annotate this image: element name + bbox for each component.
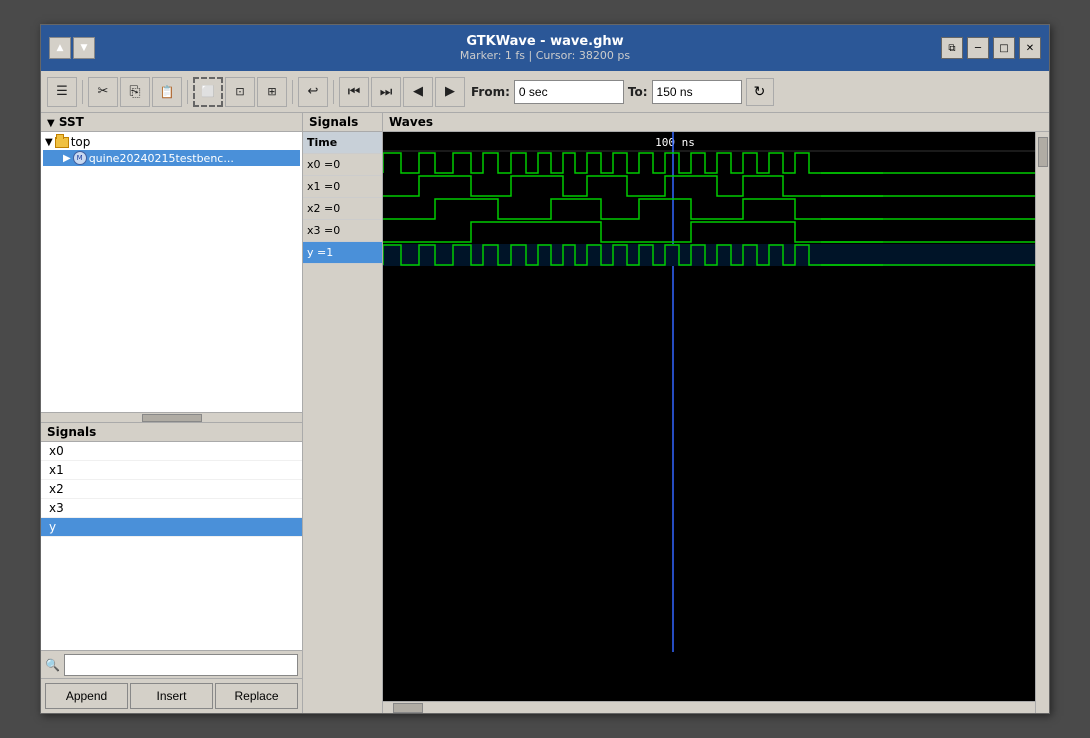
signals-section: Signals x0 x1 x2 x3 y 🔍 Append Insert Re… [41,423,302,713]
time-label-100ns: 100 ns [655,136,695,149]
window-title: GTKWave - wave.ghw [466,34,623,49]
next-btn[interactable]: ▶ [435,77,465,107]
signal-item-x1[interactable]: x1 [41,461,302,480]
titlebar: ▲ ▼ GTKWave - wave.ghw Marker: 1 fs | Cu… [41,25,1049,71]
minimize-btn[interactable]: ─ [967,37,989,59]
to-label: To: [628,85,648,99]
from-input[interactable] [514,80,624,104]
fast-fwd-btn[interactable]: ⏭ [371,77,401,107]
signal-item-y[interactable]: y [41,518,302,537]
signals-header: Signals [41,423,302,442]
time-range: From: To: ↻ [471,78,774,106]
waves-header: Signals Waves [303,113,1049,132]
left-panel: ▼ SST ▼ top ▶ M quine20240215testbenc... [41,113,303,713]
wave-row-x3: x3 =0 [303,220,382,242]
sst-scrollbar-thumb[interactable] [142,414,202,422]
first-btn[interactable]: ⏮ [339,77,369,107]
waveform-clean-svg: 100 ns [383,132,1035,701]
insert-btn[interactable]: Insert [130,683,213,709]
signal-item-x0[interactable]: x0 [41,442,302,461]
window-controls: ⧉ ─ □ ✕ [941,37,1041,59]
search-input[interactable] [64,654,298,676]
sst-scrollbar[interactable] [41,412,302,422]
menu-btn[interactable]: ☰ [47,77,77,107]
from-label: From: [471,85,510,99]
sst-tree[interactable]: ▼ top ▶ M quine20240215testbenc... [41,132,302,412]
zoom-fit-btn[interactable]: ⊡ [225,77,255,107]
sst-header: ▼ SST [41,113,302,132]
cut-btn[interactable]: ✂ [88,77,118,107]
signal-item-x3[interactable]: x3 [41,499,302,518]
waves-scrollbar-thumb[interactable] [393,703,423,713]
search-bar: 🔍 [41,650,302,678]
scroll-up-btn[interactable]: ▲ [49,37,71,59]
waves-scrollbar-v[interactable] [1035,132,1049,713]
tree-label-module: quine20240215testbenc... [89,152,234,165]
toolbar: ☰ ✂ ⎘ 📋 ⬜ ⊡ ⊞ ↩ ⏮ ⏭ ◀ ▶ From: To: ↻ [41,71,1049,113]
tree-expand-module[interactable]: ▶ [63,153,71,164]
wave-row-x2: x2 =0 [303,198,382,220]
wave-time-row: Time [303,132,382,154]
zoom-box-btn[interactable]: ⊞ [257,77,287,107]
replace-btn[interactable]: Replace [215,683,298,709]
wave-signals-column: Time x0 =0 x1 =0 x2 =0 x3 =0 y =1 [303,132,383,713]
append-btn[interactable]: Append [45,683,128,709]
main-area: ▼ SST ▼ top ▶ M quine20240215testbenc... [41,113,1049,713]
waves-col-header: Waves [383,113,1049,131]
restore-btn[interactable]: ⧉ [941,37,963,59]
wave-row-x1: x1 =0 [303,176,382,198]
scroll-down-btn[interactable]: ▼ [73,37,95,59]
paste-btn[interactable]: 📋 [152,77,182,107]
maximize-btn[interactable]: □ [993,37,1015,59]
separator-1 [82,80,83,104]
separator-4 [333,80,334,104]
module-icon: M [73,151,87,165]
waves-scrollbar-v-thumb[interactable] [1038,137,1048,167]
separator-3 [292,80,293,104]
tree-expand-top[interactable]: ▼ [45,137,53,148]
close-btn[interactable]: ✕ [1019,37,1041,59]
tree-item-module[interactable]: ▶ M quine20240215testbenc... [43,150,300,166]
right-panel: Signals Waves Time x0 =0 x1 =0 x2 =0 x3 … [303,113,1049,713]
waveform-area[interactable]: 100 ns [383,132,1035,701]
separator-2 [187,80,188,104]
folder-icon-top [55,137,69,148]
wave-row-y: y =1 [303,242,382,264]
undo-btn[interactable]: ↩ [298,77,328,107]
main-window: ▲ ▼ GTKWave - wave.ghw Marker: 1 fs | Cu… [40,24,1050,714]
titlebar-arrows: ▲ ▼ [49,37,95,59]
copy-btn[interactable]: ⎘ [120,77,150,107]
to-input[interactable] [652,80,742,104]
wave-row-x0: x0 =0 [303,154,382,176]
signals-list[interactable]: x0 x1 x2 x3 y [41,442,302,650]
waves-right: 100 ns [383,132,1035,713]
tree-item-top[interactable]: ▼ top [43,134,300,150]
window-subtitle: Marker: 1 fs | Cursor: 38200 ps [460,49,630,62]
waves-main: Time x0 =0 x1 =0 x2 =0 x3 =0 y =1 100 n [303,132,1049,713]
signals-col-header: Signals [303,113,383,131]
tree-label-top: top [71,135,91,149]
bottom-buttons: Append Insert Replace [41,678,302,713]
prev-btn[interactable]: ◀ [403,77,433,107]
waves-scrollbar-h[interactable] [383,701,1035,713]
signal-item-x2[interactable]: x2 [41,480,302,499]
select-all-btn[interactable]: ⬜ [193,77,223,107]
sst-section: ▼ SST ▼ top ▶ M quine20240215testbenc... [41,113,302,423]
reload-btn[interactable]: ↻ [746,78,774,106]
search-icon: 🔍 [45,658,60,672]
